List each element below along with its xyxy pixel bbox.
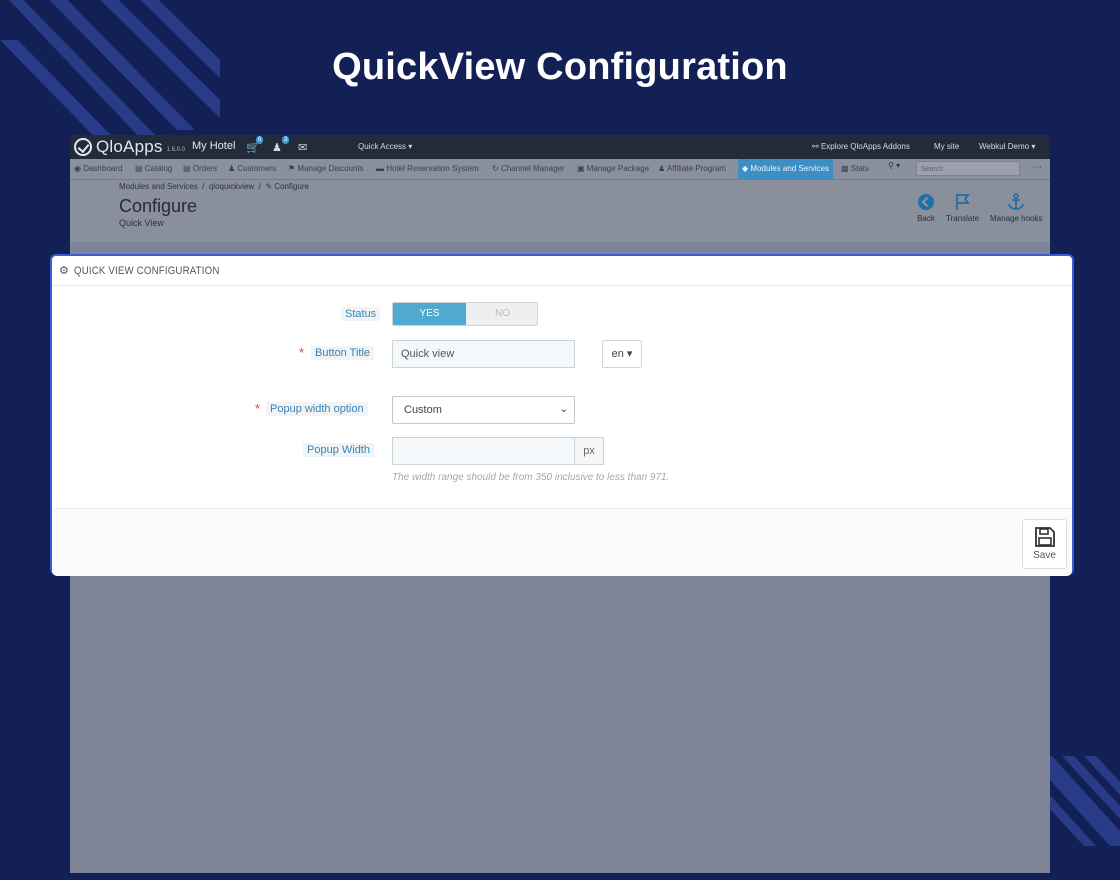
menu-label: Hotel Reservation System <box>386 164 479 173</box>
chevron-down-icon: ⌄ <box>559 404 568 415</box>
explore-addons-label: Explore QloApps Addons <box>820 142 910 151</box>
explore-addons-link[interactable]: ⚯ Explore QloApps Addons <box>812 142 910 151</box>
quick-view-configuration-panel: ⚙ QUICK VIEW CONFIGURATION Status YES NO… <box>50 254 1074 576</box>
anchor-icon <box>1008 193 1025 210</box>
popup-width-input[interactable] <box>392 437 575 465</box>
menu-stats[interactable]: ▩ Stats <box>841 159 869 179</box>
more-menu-icon[interactable]: ⋯ <box>1032 162 1042 173</box>
search-input[interactable]: Search <box>916 161 1020 176</box>
panel-heading: ⚙ QUICK VIEW CONFIGURATION <box>52 256 1072 286</box>
hotel-link[interactable]: My Hotel <box>192 140 235 152</box>
back-button[interactable]: Back <box>916 192 936 223</box>
menu-label: Dashboard <box>83 164 123 173</box>
popup-width-option-label: Popup width option <box>266 402 368 416</box>
page-subtitle: Quick View <box>119 218 164 228</box>
panel-title: QUICK VIEW CONFIGURATION <box>73 264 220 277</box>
decorative-stripes <box>1040 756 1120 846</box>
page-heading: QuickView Configuration <box>332 46 788 88</box>
popup-width-option-value: Custom <box>404 404 442 416</box>
admin-topbar: QloApps 1.6.0.0 My Hotel 🛒 0 ♟ 3 ✉ Quick… <box>70 135 1050 159</box>
menu-label: Manage Discounts <box>297 164 364 173</box>
brand-name: QloApps <box>96 137 163 156</box>
menu-catalog[interactable]: ▤ Catalog <box>135 159 172 179</box>
customer-badge: 3 <box>282 136 290 144</box>
flag-icon <box>955 194 970 210</box>
popup-width-option-select[interactable]: Custom ⌄ <box>392 396 575 424</box>
manage-hooks-button[interactable]: Manage hooks <box>990 192 1042 223</box>
language-dropdown[interactable]: en ▾ <box>602 340 642 368</box>
back-arrow-icon <box>918 194 934 210</box>
status-label: Status <box>341 307 381 321</box>
menu-dashboard[interactable]: ◉ Dashboard <box>74 159 122 179</box>
popup-width-help: The width range should be from 350 inclu… <box>392 472 670 483</box>
menu-customers[interactable]: ♟ Customers <box>228 159 276 179</box>
required-asterisk: * <box>299 345 305 360</box>
main-menu: ◉ Dashboard ▤ Catalog ▤ Orders ♟ Custome… <box>70 159 1050 180</box>
breadcrumb-item: Configure <box>274 182 309 191</box>
menu-label: Stats <box>850 164 870 173</box>
menu-modules-and-services[interactable]: ◆ Modules and Services <box>738 159 834 179</box>
brand-logo[interactable]: QloApps 1.6.0.0 <box>74 136 185 158</box>
user-icon[interactable]: ♟ <box>272 141 282 154</box>
quick-access-label: Quick Access <box>358 142 407 151</box>
panel-footer: Save <box>52 508 1072 576</box>
qloapps-logo-icon <box>74 138 92 156</box>
page-header: Modules and Services / qloquickview / ✎ … <box>70 180 1050 242</box>
save-label: Save <box>1033 550 1056 561</box>
button-title-input[interactable]: Quick view <box>392 340 575 368</box>
save-button[interactable]: Save <box>1022 519 1067 569</box>
translate-button[interactable]: Translate <box>946 192 979 223</box>
breadcrumb: Modules and Services / qloquickview / ✎ … <box>119 182 309 191</box>
menu-label: Catalog <box>144 164 173 173</box>
quick-access-dropdown[interactable]: Quick Access ▾ <box>358 142 412 151</box>
menu-manage-package[interactable]: ▣ Manage Package <box>577 159 649 179</box>
menu-channel-manager[interactable]: ↻ Channel Manager <box>492 159 565 179</box>
brand-version: 1.6.0.0 <box>166 147 185 153</box>
translate-label: Translate <box>946 214 980 223</box>
px-unit-addon: px <box>574 437 604 465</box>
floppy-disk-icon <box>1034 527 1055 547</box>
required-asterisk: * <box>255 401 261 416</box>
employee-name: Webkul Demo <box>979 142 1030 151</box>
button-title-label: Button Title <box>311 346 375 360</box>
menu-label: Modules and Services <box>750 164 830 173</box>
menu-manage-discounts[interactable]: ⚑ Manage Discounts <box>288 159 364 179</box>
page-title: Configure <box>119 196 198 216</box>
my-site-link[interactable]: My site <box>934 142 959 151</box>
status-yes-option[interactable]: YES <box>393 303 466 325</box>
status-toggle[interactable]: YES NO <box>392 302 538 326</box>
menu-label: Orders <box>192 164 218 173</box>
menu-label: Manage Package <box>586 164 650 173</box>
back-label: Back <box>917 214 935 223</box>
menu-label: Channel Manager <box>500 164 565 173</box>
mail-icon[interactable]: ✉ <box>298 141 307 154</box>
cart-badge: 0 <box>256 136 264 144</box>
menu-label: Affiliate Program <box>666 164 726 173</box>
language-code: en <box>611 348 624 360</box>
breadcrumb-item[interactable]: Modules and Services <box>119 182 198 191</box>
menu-orders[interactable]: ▤ Orders <box>183 159 217 179</box>
menu-label: Customers <box>237 164 277 173</box>
status-no-option[interactable]: NO <box>466 303 537 325</box>
manage-hooks-label: Manage hooks <box>990 214 1043 223</box>
gear-icon: ⚙ <box>59 265 69 277</box>
breadcrumb-item[interactable]: qloquickview <box>209 182 254 191</box>
employee-menu[interactable]: Webkul Demo ▾ <box>979 142 1035 151</box>
search-type-button[interactable]: ⚲ ▾ <box>888 161 900 170</box>
menu-hotel-reservation[interactable]: ▬ Hotel Reservation System <box>376 159 479 179</box>
menu-affiliate-program[interactable]: ♟ Affiliate Program <box>658 159 726 179</box>
popup-width-label: Popup Width <box>303 443 374 457</box>
